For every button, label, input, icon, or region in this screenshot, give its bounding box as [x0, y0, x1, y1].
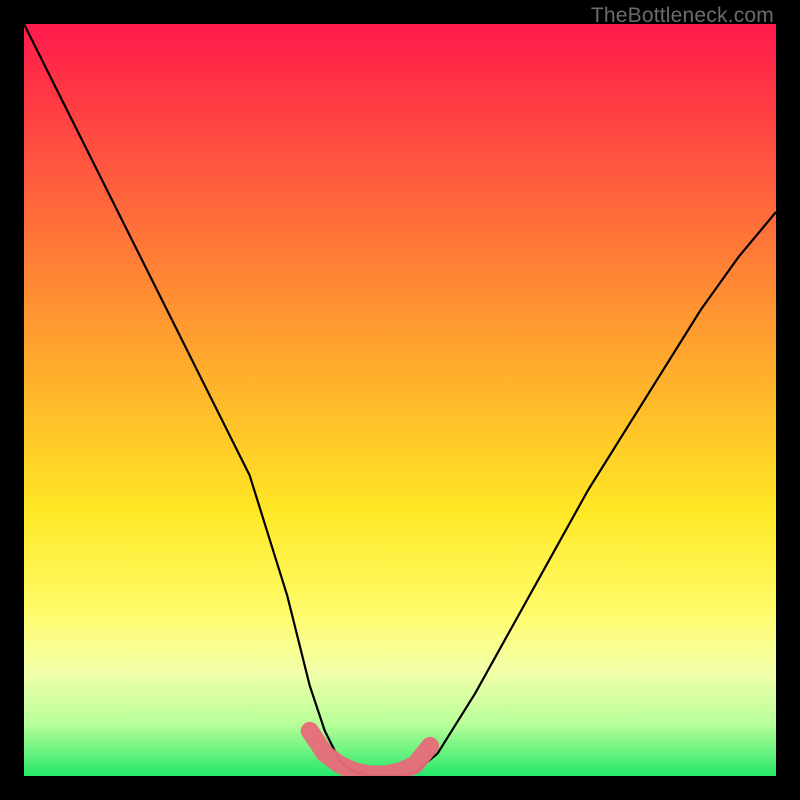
chart-svg: [24, 24, 776, 776]
bottleneck-curve: [24, 24, 776, 776]
watermark-text: TheBottleneck.com: [591, 4, 774, 28]
chart-area: [24, 24, 776, 776]
